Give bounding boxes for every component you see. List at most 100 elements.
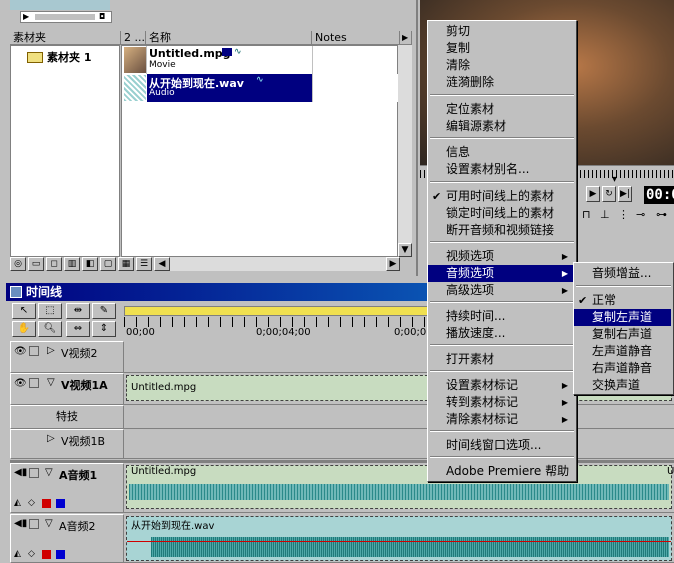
pan-rubberband-icon[interactable] <box>56 499 65 508</box>
keyframe-icon[interactable]: ◇ <box>28 498 35 508</box>
submenu-item[interactable]: 复制左声道 <box>574 309 671 326</box>
track-header-v2[interactable]: 👁︎ ▷ V视频2 <box>10 341 124 373</box>
audio-clip[interactable]: 从开始到现在.wav <box>126 516 672 561</box>
new-item-icon[interactable]: ◻ <box>46 257 62 271</box>
thumbnail-view-icon[interactable]: ▦ <box>118 257 134 271</box>
range-select-tool-icon[interactable]: ⬚ <box>38 303 62 319</box>
menu-item[interactable]: 信息 <box>428 144 574 161</box>
header-name[interactable]: 名称 <box>146 31 312 45</box>
clip-row-selected[interactable]: 从开始到现在.wav ∿ Audio <box>122 74 412 102</box>
binoculars-icon[interactable]: ◎ <box>10 257 26 271</box>
bin-horizontal-scrollbar[interactable] <box>170 257 388 271</box>
menu-item[interactable]: 复制 <box>428 40 574 57</box>
eye-icon[interactable]: 👁︎ <box>14 346 27 358</box>
lock-box[interactable] <box>29 519 39 529</box>
folder-item[interactable]: 素材夹 1 <box>27 49 91 65</box>
expand-icon[interactable]: ▷ <box>47 433 55 444</box>
menu-item[interactable]: 转到素材标记 ▶ <box>428 394 574 411</box>
submenu-item[interactable]: 复制右声道 <box>574 326 671 343</box>
mark-out-icon[interactable]: ⊥ <box>600 208 610 221</box>
track-lane-a2[interactable]: 从开始到现在.wav <box>124 514 674 563</box>
menu-item[interactable]: Adobe Premiere 帮助 <box>428 463 574 480</box>
bin-vertical-scrollbar[interactable]: ▼ <box>398 45 412 257</box>
trash-icon[interactable]: ▥ <box>64 257 80 271</box>
scroll-left-icon[interactable]: ◀ <box>154 257 170 271</box>
header-scroll-right-icon[interactable]: ▶ <box>400 31 412 45</box>
menu-item[interactable]: 可用时间线上的素材 ✔ <box>428 188 574 205</box>
lock-box[interactable] <box>29 378 39 388</box>
menu-item[interactable]: 清除 <box>428 57 574 74</box>
scroll-right-icon[interactable]: ▶ <box>386 257 400 271</box>
speaker-icon[interactable]: ◀▮ <box>14 518 27 529</box>
menu-item[interactable]: 编辑源素材 <box>428 118 574 135</box>
edge-tool-icon[interactable]: ⇔ <box>66 321 90 337</box>
menu-item[interactable]: 清除素材标记 ▶ <box>428 411 574 428</box>
play-icon[interactable]: ▶ <box>23 12 29 21</box>
mark-in-icon[interactable]: ⊓ <box>582 208 591 221</box>
razor-tool-icon[interactable]: ✎ <box>92 303 116 319</box>
keyframe-icon[interactable]: ◇ <box>28 549 35 559</box>
toggle-thumbnail-icon[interactable]: ◧ <box>82 257 98 271</box>
lock-box[interactable] <box>29 468 39 478</box>
track-header-a1[interactable]: ◀▮ ▽ A音频1 ◭ ◇ <box>10 463 124 513</box>
play-in-out-icon[interactable]: ▶| <box>618 186 632 202</box>
track-lane-a1[interactable]: Untitled.mpg U <box>124 463 674 513</box>
pan-rubberband-icon[interactable] <box>56 550 65 559</box>
volume-rubberband-icon[interactable] <box>42 550 51 559</box>
lock-box[interactable] <box>29 346 39 356</box>
waveform-toggle-icon[interactable]: ◭ <box>14 498 21 508</box>
menu-item[interactable]: 播放速度... <box>428 325 574 342</box>
volume-rubberband-icon[interactable] <box>42 499 51 508</box>
playhead-icon[interactable]: ▾ <box>612 174 617 185</box>
submenu-item[interactable]: 右声道静音 <box>574 360 671 377</box>
track-header-a2[interactable]: ◀▮ ▽ A音频2 ◭ ◇ <box>10 514 124 563</box>
insert-icon[interactable]: ⊸ <box>636 208 645 221</box>
expand-icon[interactable]: ▷ <box>47 345 55 356</box>
select-tool-icon[interactable]: ↖ <box>12 303 36 319</box>
track-header-v1b[interactable]: ▷ V视频1B <box>10 429 124 459</box>
menu-item[interactable]: 剪切 <box>428 23 574 40</box>
clip-row[interactable]: Untitled.mpg ∿ Movie <box>122 46 412 74</box>
submenu-item[interactable]: 左声道静音 <box>574 343 671 360</box>
speaker-icon[interactable]: ◀▮ <box>14 467 27 478</box>
menu-item[interactable]: 视频选项 ▶ <box>428 248 574 265</box>
header-notes[interactable]: Notes <box>312 31 400 45</box>
marker-icon[interactable]: ⋮ <box>618 208 629 221</box>
menu-item[interactable]: 断开音频和视频链接 <box>428 222 574 239</box>
header-bin[interactable]: 素材夹 <box>10 31 121 45</box>
hand-tool-icon[interactable]: ✋ <box>12 321 36 337</box>
track-select-tool-icon[interactable]: ⇹ <box>66 303 90 319</box>
submenu-item[interactable]: 交换声道 <box>574 377 671 394</box>
waveform-toggle-icon[interactable]: ◭ <box>14 549 21 559</box>
play-icon[interactable]: ▶ <box>586 186 600 202</box>
menu-item[interactable]: 设置素材别名... <box>428 161 574 178</box>
track-lane-v1b[interactable] <box>124 429 674 459</box>
volume-line[interactable] <box>127 541 671 542</box>
menu-item[interactable]: 定位素材 <box>428 101 574 118</box>
zoom-tool-icon[interactable]: 🔍︎ <box>38 321 62 337</box>
collapse-icon[interactable]: ▽ <box>47 377 55 388</box>
overlay-icon[interactable]: ⊶ <box>656 208 667 221</box>
menu-item[interactable]: 高级选项 ▶ <box>428 282 574 299</box>
in-out-tool-icon[interactable]: ⇕ <box>92 321 116 337</box>
header-col2[interactable]: 2 ... <box>121 31 146 45</box>
menu-item[interactable]: 持续时间... <box>428 308 574 325</box>
eye-icon[interactable]: 👁︎ <box>14 378 27 390</box>
menu-item[interactable]: 锁定时间线上的素材 <box>428 205 574 222</box>
menu-item[interactable]: 时间线窗口选项... <box>428 437 574 454</box>
track-header-v1a[interactable]: 👁︎ ▽ V视频1A <box>10 373 124 405</box>
list-view-icon[interactable]: ☰ <box>136 257 152 271</box>
new-folder-icon[interactable]: ▭ <box>28 257 44 271</box>
menu-item[interactable]: 音频选项 ▶ <box>428 265 574 282</box>
preview-play-control[interactable]: ▶ ◘ <box>20 11 112 23</box>
submenu-item[interactable]: 音频增益... <box>574 265 671 282</box>
loop-icon[interactable]: ↻ <box>602 186 616 202</box>
audio-clip[interactable]: Untitled.mpg U <box>126 465 674 509</box>
submenu-item[interactable]: 正常 ✔ <box>574 292 671 309</box>
menu-item[interactable]: 涟漪删除 <box>428 74 574 91</box>
collapse-icon[interactable]: ▽ <box>45 467 53 478</box>
track-header-fx[interactable]: 特技 <box>10 405 124 429</box>
fit-icon[interactable]: ◘ <box>99 12 105 21</box>
track-lane-fx[interactable] <box>124 405 674 429</box>
collapse-icon[interactable]: ▽ <box>45 518 53 529</box>
